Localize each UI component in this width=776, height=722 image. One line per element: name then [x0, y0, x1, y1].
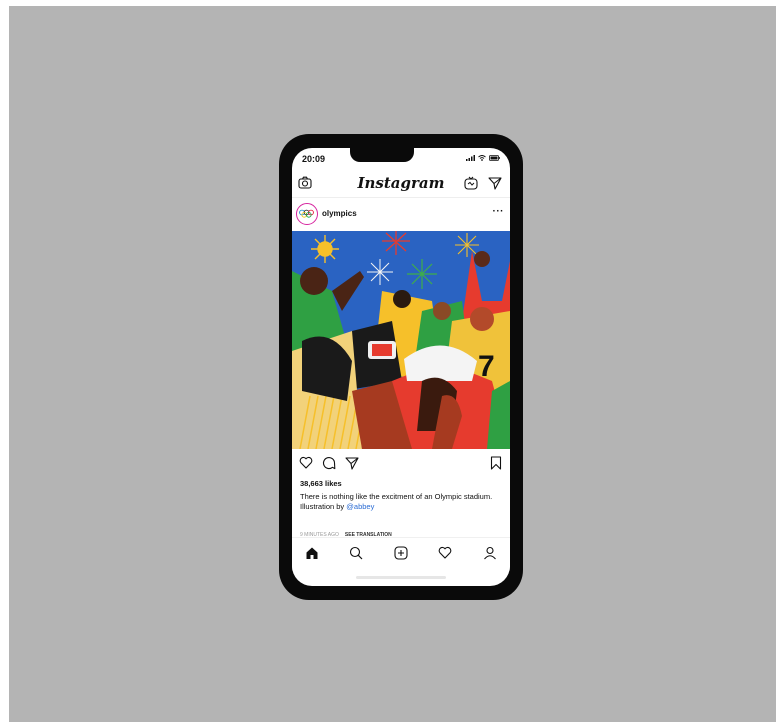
more-options-button[interactable]: ···	[493, 206, 505, 217]
likes-count[interactable]: 38,663 likes	[300, 479, 342, 488]
signal-icon	[466, 155, 475, 161]
bookmark-icon[interactable]	[490, 456, 502, 470]
avatar[interactable]	[296, 203, 318, 225]
firework-yellow-right	[455, 233, 479, 257]
status-icons	[466, 155, 500, 161]
phone-screen: 20:09 Instagram olympics ··· 7 38,663 li…	[292, 148, 510, 586]
post-username[interactable]: olympics	[322, 209, 357, 218]
share-icon[interactable]	[345, 456, 359, 470]
bottom-navigation	[292, 537, 510, 571]
status-time: 20:09	[302, 154, 326, 164]
post-image[interactable]: 7	[292, 231, 510, 449]
app-header: Instagram	[292, 170, 510, 198]
post-header: olympics ···	[292, 200, 510, 230]
post-caption: There is nothing like the excitment of a…	[300, 492, 505, 512]
post-actions	[292, 452, 510, 476]
search-icon[interactable]	[349, 546, 363, 560]
stadium-illustration: 7	[292, 231, 510, 449]
caption-mention[interactable]: @abbey	[346, 502, 374, 511]
wifi-icon	[478, 155, 486, 161]
notch	[350, 148, 414, 162]
comment-icon[interactable]	[322, 456, 336, 470]
heart-icon[interactable]	[299, 456, 313, 469]
olympic-rings-logo	[299, 209, 314, 218]
status-bar: 20:09	[292, 148, 510, 170]
caption-text: There is nothing like the excitment of a…	[300, 492, 493, 511]
home-indicator	[356, 576, 446, 579]
home-icon[interactable]	[305, 546, 319, 560]
activity-icon[interactable]	[438, 546, 452, 559]
new-post-icon[interactable]	[394, 546, 408, 560]
firework-yellow	[311, 235, 339, 263]
battery-icon	[489, 155, 500, 161]
profile-icon[interactable]	[483, 546, 497, 560]
igtv-icon[interactable]	[464, 176, 478, 190]
direct-message-icon[interactable]	[488, 176, 502, 190]
